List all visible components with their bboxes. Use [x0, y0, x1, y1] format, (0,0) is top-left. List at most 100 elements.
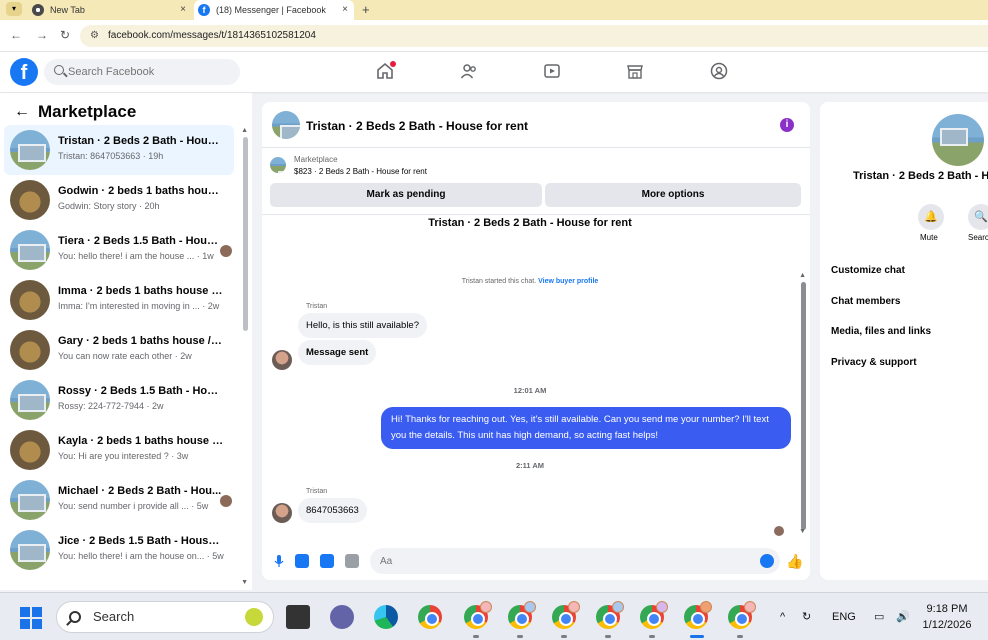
running-indicator: [517, 635, 523, 638]
taskbar-search-label: Search: [93, 609, 135, 624]
listing-thumbnail: [10, 330, 50, 370]
conversation-item[interactable]: Gary · 2 beds 1 baths house / Ap... You c…: [4, 325, 234, 375]
conversation-preview: Rossy: 224-772-7944 · 2w: [58, 401, 164, 411]
chrome-icon[interactable]: [418, 605, 442, 629]
chrome-profile-icon[interactable]: [728, 601, 756, 629]
chrome-profile-icon[interactable]: [552, 601, 580, 629]
home-icon[interactable]: [376, 61, 396, 82]
listing-thumbnail: [10, 130, 50, 170]
gif-icon[interactable]: [345, 554, 359, 568]
customize-chat-item[interactable]: Customize chat: [831, 265, 905, 276]
task-view-icon[interactable]: [286, 605, 310, 629]
sidebar-title: Marketplace: [38, 102, 137, 121]
search-icon[interactable]: 🔍: [968, 204, 988, 230]
scroll-down-icon[interactable]: ▼: [799, 528, 806, 535]
message-input[interactable]: [370, 548, 780, 574]
mark-as-pending-button[interactable]: Mark as pending: [270, 183, 542, 207]
forward-icon[interactable]: →: [36, 28, 48, 42]
running-indicator: [649, 635, 655, 638]
message-bubble-outgoing[interactable]: Hi! Thanks for reaching out. Yes, it's s…: [381, 407, 791, 449]
message-bubble-incoming[interactable]: Hello, is this still available?: [298, 313, 427, 338]
thumbs-up-icon[interactable]: 👍: [786, 553, 803, 570]
chrome-profile-icon[interactable]: [508, 601, 536, 629]
conversation-item[interactable]: Kayla · 2 beds 1 baths house / A... You: …: [4, 425, 234, 475]
details-listing-thumbnail[interactable]: [932, 114, 984, 166]
teams-icon[interactable]: [330, 605, 354, 629]
seen-avatar: [220, 495, 232, 507]
chat-members-item[interactable]: Chat members: [831, 296, 900, 307]
video-icon[interactable]: [543, 62, 563, 82]
chat-panel: Tristan · 2 Beds 2 Bath - House for rent…: [262, 102, 810, 580]
chrome-profile-icon[interactable]: [596, 601, 624, 629]
language-indicator[interactable]: ENG: [832, 593, 856, 640]
media-files-links-item[interactable]: Media, files and links: [831, 326, 931, 337]
conversation-name: Imma · 2 beds 1 baths house / A...: [58, 285, 224, 297]
chrome-profile-icon-active[interactable]: [684, 601, 712, 629]
details-title: Tristan · 2 Beds 2 Bath - House f: [853, 170, 988, 182]
edge-icon[interactable]: [374, 605, 398, 629]
volume-icon[interactable]: 🔊: [896, 593, 910, 640]
url-bar[interactable]: ⚙ facebook.com/messages/t/18143651025812…: [80, 25, 988, 47]
network-icon[interactable]: ▭: [874, 593, 884, 640]
conversation-item[interactable]: Tiera · 2 Beds 1.5 Bath - House... You: h…: [4, 225, 234, 275]
emoji-icon[interactable]: [760, 554, 774, 568]
scroll-down-icon[interactable]: ▼: [241, 579, 248, 586]
url-text[interactable]: facebook.com/messages/t/1814365102581204: [108, 25, 316, 47]
message-bubble-incoming[interactable]: 8647053663: [298, 498, 367, 523]
view-buyer-profile-link[interactable]: View buyer profile: [538, 278, 598, 285]
conversation-item[interactable]: Rossy · 2 Beds 1.5 Bath - House f... Ross…: [4, 375, 234, 425]
profile-badge-icon: [656, 601, 668, 613]
conversation-item[interactable]: Michael · 2 Beds 2 Bath - Hou... You: sen…: [4, 475, 234, 525]
conversation-item[interactable]: Jice · 2 Beds 1.5 Bath - House for... You…: [4, 525, 234, 575]
info-icon[interactable]: i: [780, 118, 794, 132]
listing-price-title[interactable]: $823 · 2 Beds 2 Bath - House for rent: [294, 167, 427, 176]
timestamp: 12:01 AM: [513, 386, 547, 395]
profile-badge-icon: [524, 601, 536, 613]
chrome-profile-icon[interactable]: [464, 601, 492, 629]
mute-bell-icon[interactable]: 🔔: [918, 204, 944, 230]
facebook-logo[interactable]: f: [10, 58, 38, 86]
close-tab-icon[interactable]: ×: [342, 0, 348, 20]
new-tab-button[interactable]: +: [362, 0, 370, 20]
composer: 👍: [262, 544, 810, 580]
listing-thumbnail[interactable]: [270, 157, 286, 173]
close-tab-icon[interactable]: ×: [180, 0, 186, 20]
sidebar-scrollbar[interactable]: [243, 137, 248, 331]
marketplace-icon[interactable]: [626, 62, 646, 82]
message-bubble-incoming[interactable]: Message sent: [298, 340, 377, 365]
privacy-support-item[interactable]: Privacy & support: [831, 357, 917, 368]
sync-icon[interactable]: ↻: [802, 593, 811, 640]
chevron-up-icon[interactable]: ^: [780, 593, 785, 640]
chat-listing-thumbnail[interactable]: [272, 111, 300, 139]
avatar[interactable]: [272, 350, 292, 370]
friends-icon[interactable]: [460, 62, 480, 82]
conversation-item[interactable]: Tristan · 2 Beds 2 Bath - House f... Tris…: [4, 125, 234, 175]
tab-search-menu-button[interactable]: ▾: [6, 2, 22, 16]
back-icon[interactable]: ←: [10, 28, 22, 42]
more-options-button[interactable]: More options: [545, 183, 801, 207]
site-info-icon[interactable]: ⚙: [90, 30, 102, 42]
facebook-search[interactable]: [44, 59, 240, 85]
taskbar-search[interactable]: Search: [56, 601, 274, 633]
chrome-profile-icon[interactable]: [640, 601, 668, 629]
back-arrow-icon[interactable]: ←: [14, 101, 30, 123]
conversation-item[interactable]: Godwin · 2 beds 1 baths house / ... Godwi…: [4, 175, 234, 225]
microphone-icon[interactable]: [272, 554, 286, 568]
avatar[interactable]: [272, 503, 292, 523]
chat-scrollbar[interactable]: [801, 282, 806, 530]
chat-title[interactable]: Tristan · 2 Beds 2 Bath - House for rent: [306, 119, 528, 133]
scroll-up-icon[interactable]: ▲: [241, 127, 248, 134]
tab-new-tab[interactable]: New Tab ×: [28, 0, 192, 20]
reload-icon[interactable]: ↻: [60, 28, 70, 42]
scroll-up-icon[interactable]: ▲: [799, 272, 806, 279]
groups-icon[interactable]: [710, 62, 730, 82]
conversation-item[interactable]: Imma · 2 beds 1 baths house / A... Imma: …: [4, 275, 234, 325]
clock[interactable]: 9:18 PM 1/12/2026: [912, 601, 982, 633]
search-icon: [69, 611, 81, 623]
windows-start-icon[interactable]: [20, 607, 42, 629]
photo-icon[interactable]: [295, 554, 309, 568]
sticker-icon[interactable]: [320, 554, 334, 568]
search-input[interactable]: [68, 59, 228, 85]
chrome-favicon-icon: [32, 4, 44, 16]
tab-messenger[interactable]: f (18) Messenger | Facebook ×: [194, 0, 354, 20]
